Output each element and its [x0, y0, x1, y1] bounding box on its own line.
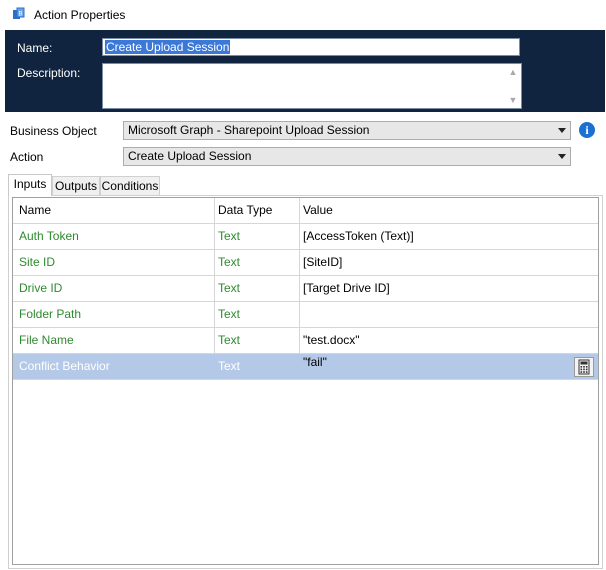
name-value: Create Upload Session [105, 40, 231, 54]
info-icon[interactable]: i [579, 122, 595, 138]
column-header-value[interactable]: Value [303, 198, 573, 223]
title-bar: B Action Properties [0, 0, 606, 30]
window-title: Action Properties [34, 8, 126, 22]
expression-editor-button[interactable] [574, 357, 594, 377]
row-value[interactable]: [SiteID] [303, 250, 573, 275]
business-object-select[interactable]: Microsoft Graph - Sharepoint Upload Sess… [123, 121, 571, 140]
table-row-selected[interactable]: Conflict Behavior Text "fail" [13, 354, 598, 380]
description-scrollbar[interactable]: ▲ ▼ [505, 64, 521, 108]
row-type: Text [218, 359, 241, 373]
description-label: Description: [17, 66, 81, 80]
row-value[interactable] [303, 302, 573, 327]
row-value[interactable]: "fail" [303, 354, 573, 379]
name-input[interactable]: Create Upload Session [102, 38, 520, 56]
row-name: Drive ID [19, 281, 63, 295]
table-row[interactable]: Drive ID Text [Target Drive ID] [13, 276, 598, 302]
row-name: Folder Path [19, 307, 82, 321]
tab-conditions[interactable]: Conditions [100, 176, 160, 195]
svg-text:B: B [19, 12, 23, 18]
table-row[interactable]: Site ID Text [SiteID] [13, 250, 598, 276]
row-type: Text [218, 229, 241, 243]
action-properties-icon: B [13, 7, 25, 19]
row-name: Conflict Behavior [19, 359, 110, 373]
business-object-label: Business Object [10, 124, 97, 138]
tab-outputs[interactable]: Outputs [52, 176, 100, 195]
grid-header-row: Name Data Type Value [13, 198, 598, 224]
scroll-down-icon[interactable]: ▼ [508, 95, 518, 105]
name-label: Name: [17, 41, 53, 55]
row-name: File Name [19, 333, 74, 347]
action-select[interactable]: Create Upload Session [123, 147, 571, 166]
row-value[interactable]: [AccessToken (Text)] [303, 224, 573, 249]
row-value[interactable]: [Target Drive ID] [303, 276, 573, 301]
table-row[interactable]: Auth Token Text [AccessToken (Text)] [13, 224, 598, 250]
tab-inputs[interactable]: Inputs [8, 174, 52, 196]
description-input[interactable]: ▲ ▼ [102, 63, 522, 109]
chevron-down-icon [558, 154, 566, 159]
row-name: Auth Token [19, 229, 79, 243]
table-row[interactable]: Folder Path Text [13, 302, 598, 328]
row-name: Site ID [19, 255, 56, 269]
chevron-down-icon [558, 128, 566, 133]
column-header-data-type[interactable]: Data Type [218, 198, 298, 223]
row-value[interactable]: "test.docx" [303, 328, 573, 353]
action-label: Action [10, 150, 44, 164]
row-type: Text [218, 255, 241, 269]
row-type: Text [218, 333, 241, 347]
table-row[interactable]: File Name Text "test.docx" [13, 328, 598, 354]
business-object-value: Microsoft Graph - Sharepoint Upload Sess… [128, 123, 370, 137]
action-value: Create Upload Session [128, 149, 252, 163]
row-type: Text [218, 281, 241, 295]
column-header-name[interactable]: Name [19, 198, 215, 223]
scroll-up-icon[interactable]: ▲ [508, 67, 518, 77]
header-panel: Name: Create Upload Session Description:… [5, 30, 605, 112]
inputs-grid: Name Data Type Value Auth Token Text [Ac… [12, 197, 599, 565]
calculator-icon [578, 359, 590, 375]
row-type: Text [218, 307, 241, 321]
